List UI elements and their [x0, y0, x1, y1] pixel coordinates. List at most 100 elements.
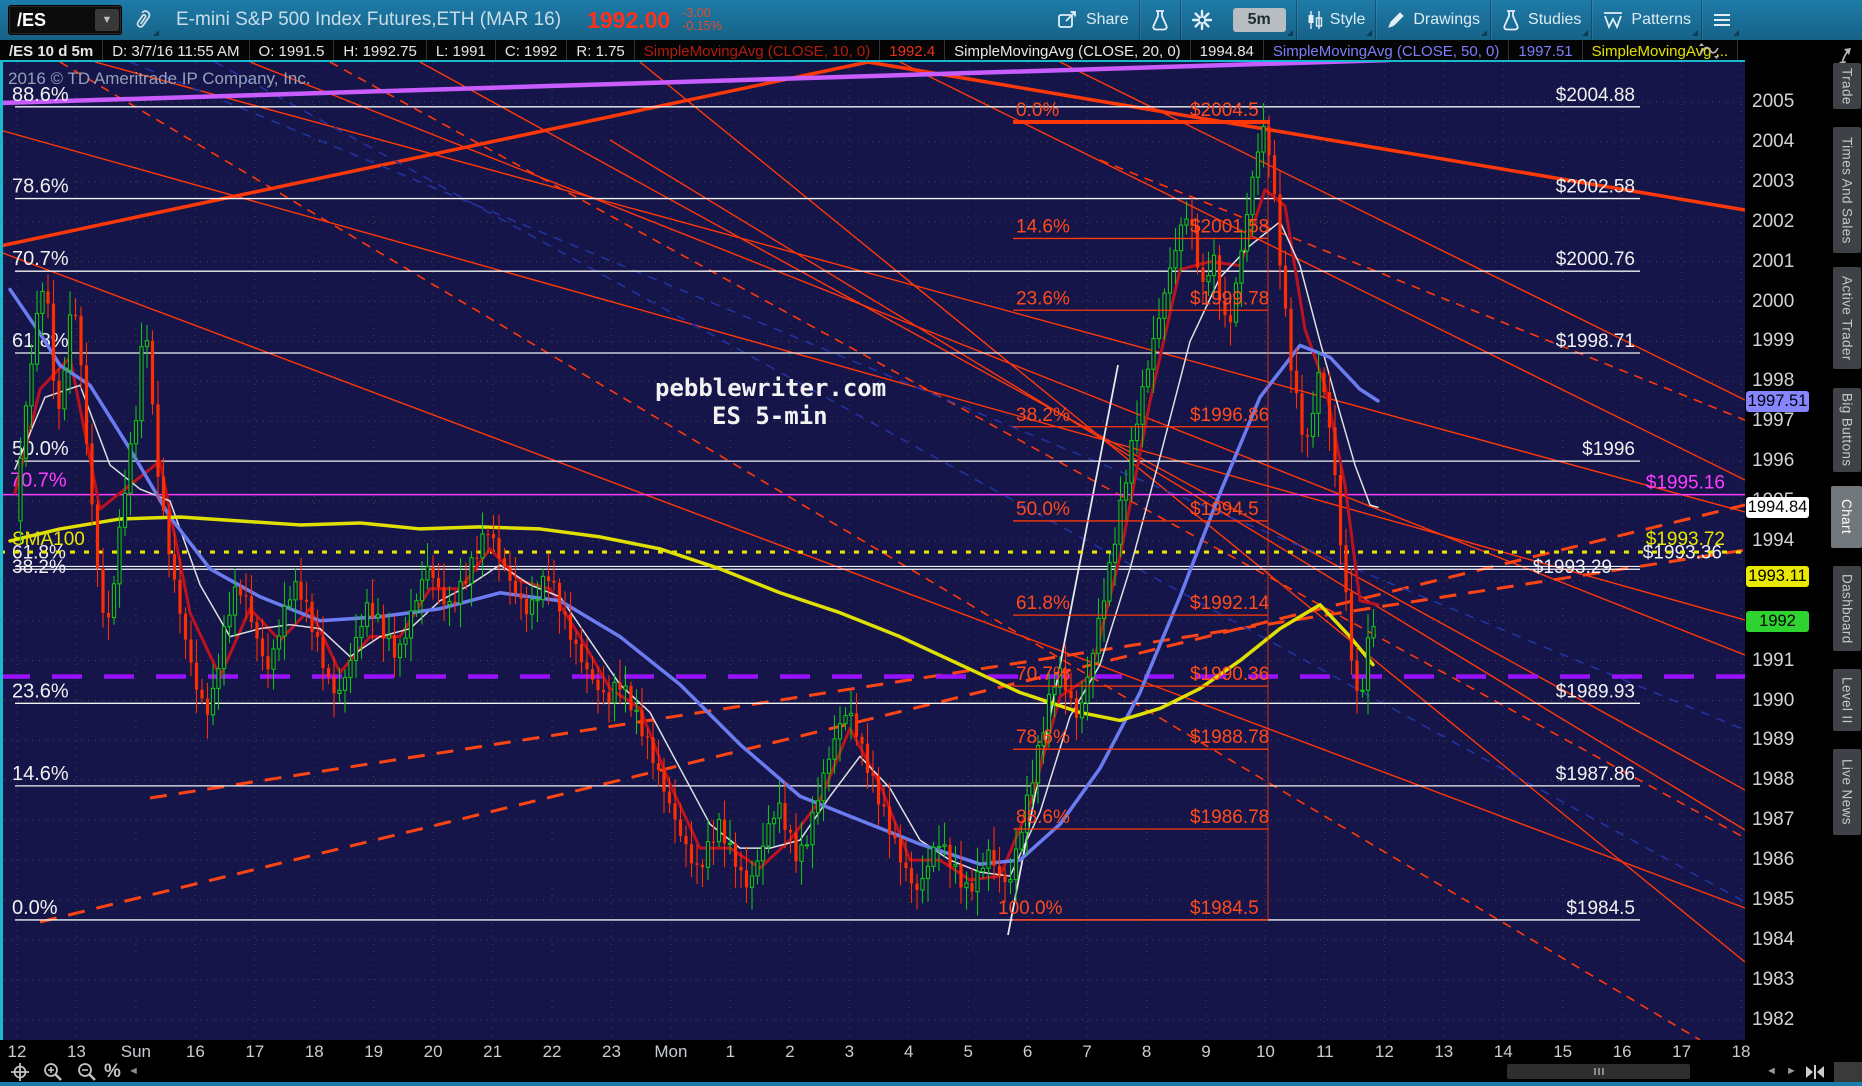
fib2-price-label: $1994.5	[1190, 499, 1259, 520]
fib-price-label: $1993.29	[1533, 557, 1612, 578]
pan-tool-icon[interactable]	[8, 1062, 32, 1082]
price-tick: 1994	[1752, 529, 1795, 551]
day-tick: 8	[1141, 1042, 1152, 1061]
fib2-price-label: $1984.5	[1190, 898, 1259, 919]
price-axis[interactable]: 2005 2004 2003 2002 2001 2000 1999 1998 1997 1996…	[1745, 62, 1812, 1040]
menu-button[interactable]	[1702, 0, 1742, 40]
day-tick: 12	[7, 1042, 27, 1061]
copyright-text: 2016 © TD Ameritrade IP Company, Inc.	[8, 69, 311, 88]
fib2-pct-label: 88.6%	[1016, 807, 1070, 828]
sidebar-tab-live-news[interactable]: Live News	[1833, 749, 1861, 835]
fib2-pct-label: 0.0%	[1016, 100, 1059, 121]
ohlc-low: L: 1991	[426, 40, 496, 62]
day-tick: 1	[725, 1042, 736, 1061]
fib2-pct-label: 100.0%	[998, 898, 1063, 919]
pan-right-button[interactable]: ►	[1786, 1065, 1797, 1077]
study-sma10-label[interactable]: SimpleMovingAvg (CLOSE, 10, 0)	[634, 40, 881, 62]
fib2-pct-label: 61.8%	[1016, 593, 1070, 614]
day-tick: 3	[844, 1042, 855, 1061]
chevron-down-icon[interactable]: ▼	[95, 9, 119, 31]
day-tick: 17	[1672, 1042, 1692, 1061]
zoom-out-icon[interactable]	[74, 1062, 100, 1082]
price-tick: 1999	[1752, 330, 1795, 352]
timeframe-button[interactable]: 5m	[1223, 0, 1296, 40]
ma-sma10	[13, 188, 1380, 882]
drawings-label: Drawings	[1413, 11, 1481, 28]
time-scrollbar-thumb[interactable]	[1507, 1064, 1690, 1079]
percent-scale-button[interactable]: %	[104, 1061, 121, 1083]
fib-left-label: 14.6%	[12, 763, 69, 785]
style-button[interactable]: Style	[1297, 0, 1376, 40]
link-button[interactable]	[122, 0, 162, 40]
reset-zoom-icon[interactable]	[1802, 1062, 1828, 1082]
price-tick: 1990	[1752, 689, 1795, 711]
last-price: 1992.00	[587, 6, 671, 33]
fib-left-label: 38.2%	[12, 557, 66, 578]
ohlc-range: R: 1.75	[567, 40, 635, 62]
price-tick: 1984	[1752, 928, 1795, 950]
price-tick: 2003	[1752, 170, 1795, 192]
study-sma10-value: 1992.4	[880, 40, 946, 62]
fib2-price-label: $1988.78	[1190, 727, 1269, 748]
sidebar-tab-active-trader[interactable]: Active Trader	[1833, 267, 1861, 369]
sidebar-tab-dashboard[interactable]: Dashboard	[1833, 566, 1861, 651]
price-badge: 1994.84	[1746, 497, 1809, 519]
day-tick: 12	[1374, 1042, 1394, 1061]
candlestick-icon	[1308, 11, 1322, 29]
toggle-studies-button[interactable]	[1692, 40, 1726, 62]
fib-price-label: $1984.5	[1566, 898, 1635, 919]
day-tick: 11	[1316, 1042, 1334, 1061]
watermark-line2: ES 5-min	[712, 402, 828, 430]
studies-label: Studies	[1528, 11, 1582, 28]
flask-icon	[1503, 10, 1519, 31]
style-label: Style	[1329, 11, 1366, 28]
top-toolbar: /ES ▼ E-mini S&P 500 Index Futures,ETH (…	[0, 0, 1862, 40]
patterns-button[interactable]: Patterns	[1592, 0, 1701, 40]
scroll-left-arrow[interactable]: ◄	[128, 1065, 139, 1077]
day-tick: 14	[1493, 1042, 1513, 1061]
share-label: Share	[1085, 11, 1129, 28]
sidebar-tab-chart[interactable]: Chart	[1831, 486, 1862, 548]
pan-left-button[interactable]: ◄	[1766, 1065, 1777, 1077]
sidebar-tab-big-buttons[interactable]: Big Buttons	[1833, 388, 1861, 472]
day-tick: 6	[1022, 1042, 1033, 1061]
bottom-toolbar: % ◄ ◄ ►	[0, 1061, 1862, 1083]
day-tick: 15	[1553, 1042, 1573, 1061]
price-tick: 1987	[1752, 809, 1795, 831]
study-sma20-label[interactable]: SimpleMovingAvg (CLOSE, 20, 0)	[945, 40, 1191, 62]
day-tick: 5	[963, 1042, 973, 1061]
zoom-in-icon[interactable]	[40, 1062, 66, 1082]
study-sma50-label[interactable]: SimpleMovingAvg (CLOSE, 50, 0)	[1263, 40, 1510, 62]
price-tick: 2001	[1752, 250, 1795, 272]
drawings-button[interactable]: Drawings	[1376, 0, 1490, 40]
price-change: -3.00 -0.15%	[682, 7, 722, 33]
fib-price-label: $2002.58	[1556, 177, 1635, 198]
analyze-button[interactable]	[1140, 0, 1180, 40]
symbol-input[interactable]: /ES ▼	[8, 5, 122, 35]
day-tick: 4	[904, 1042, 914, 1061]
price-tick: 1991	[1752, 649, 1795, 671]
sidebar-tab-level-ii[interactable]: Level II	[1833, 669, 1861, 731]
share-button[interactable]: Share	[1047, 0, 1139, 40]
day-tick: 9	[1201, 1042, 1211, 1061]
chart-area[interactable]: 88.6% $2004.88 78.6% $2002.58 70.7% $2000.76 6…	[0, 57, 1746, 1041]
sidebar-tab-trade[interactable]: Trade	[1833, 63, 1861, 109]
fib-left-label: 23.6%	[12, 680, 69, 702]
settings-button[interactable]	[1181, 0, 1223, 40]
chart-symbol-desc[interactable]: /ES 10 d 5m	[0, 40, 104, 62]
patterns-label: Patterns	[1631, 11, 1691, 28]
day-tick: Sun	[120, 1042, 152, 1061]
fib2-price-label: $1990.36	[1190, 664, 1269, 685]
time-axis[interactable]: 12 13 Sun 16 17 18 19 20 21 22 23 Mon 1 2 3 4 5 6 7 8 9 10 11 1…	[0, 1040, 1812, 1062]
fib2-price-label: $2004.5	[1190, 100, 1259, 121]
day-tick: 23	[602, 1042, 621, 1061]
paperclip-icon	[136, 10, 151, 28]
fib2-pct-label: 38.2%	[1016, 405, 1070, 426]
studies-button[interactable]: Studies	[1491, 0, 1591, 40]
price-chart[interactable]: 88.6% $2004.88 78.6% $2002.58 70.7% $2000.76 6…	[0, 57, 1746, 1041]
chart-focus-border-left	[0, 62, 3, 1040]
fib2-pct-label: 70.7%	[1016, 664, 1070, 685]
day-tick: 18	[304, 1042, 324, 1061]
sidebar-tab-times-and-sales[interactable]: Times And Sales	[1833, 127, 1861, 253]
change-percent: -0.15%	[682, 19, 722, 33]
